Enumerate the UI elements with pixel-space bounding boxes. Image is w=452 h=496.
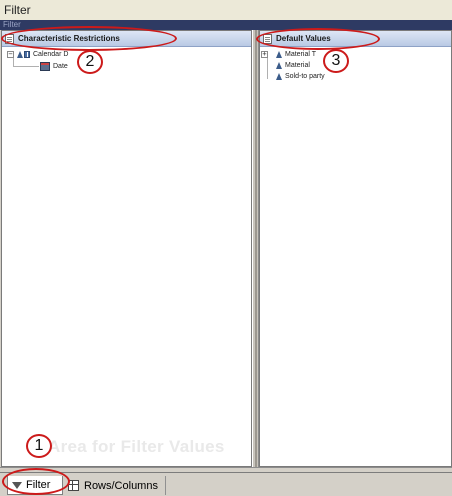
default-values-pane[interactable]: Default Values + Material T Material Sol… [259,30,452,467]
tab-rows-columns-label: Rows/Columns [84,479,158,492]
tree-node-label: Material T [285,51,316,58]
characteristic-restrictions-pane[interactable]: Characteristic Restrictions − Calendar D… [1,30,252,467]
date-icon [40,62,50,71]
tree-node-label: Sold-to party [285,73,325,80]
tab-filter-label: Filter [26,479,51,491]
grid-icon [68,480,79,491]
tree-node-sold-to-party[interactable]: Sold-to party [276,71,325,82]
filter-values-drop-hint: Area for Filter Values [48,437,225,456]
collapse-icon[interactable]: − [7,51,14,58]
characteristic-icon [17,51,23,58]
tree-node-label: Calendar D [33,51,69,58]
tree-connector [267,57,268,79]
tree-node-label: Date [53,63,68,70]
characteristic-grid-icon [24,51,30,58]
splitter-grip [255,30,257,467]
pane-splitter[interactable] [252,30,259,467]
window-subbar: Filter [0,20,452,30]
tab-rows-columns[interactable]: Rows/Columns [66,476,166,495]
tree-node-material[interactable]: Material [276,60,310,71]
tree-node-material-type[interactable]: + Material T [261,49,316,60]
default-values-title: Default Values [276,34,331,43]
document-icon [263,34,272,44]
default-values-header[interactable]: Default Values [260,31,451,47]
bottom-tab-bar: Filter Rows/Columns [0,472,452,496]
characteristic-icon [276,62,282,69]
characteristic-icon [276,51,282,58]
tree-connector [13,66,39,67]
window-title: Filter [0,0,452,20]
tab-filter[interactable]: Filter [7,476,63,495]
characteristic-restrictions-header[interactable]: Characteristic Restrictions [2,31,251,47]
document-icon [5,34,14,44]
expand-icon[interactable]: + [261,51,268,58]
tree-node-calendar-day[interactable]: − Calendar D [7,49,68,60]
tree-node-date[interactable]: Date [40,61,68,72]
characteristic-restrictions-title: Characteristic Restrictions [18,34,120,43]
tree-node-label: Material [285,62,310,69]
funnel-icon [12,481,22,489]
characteristic-icon [276,73,282,80]
